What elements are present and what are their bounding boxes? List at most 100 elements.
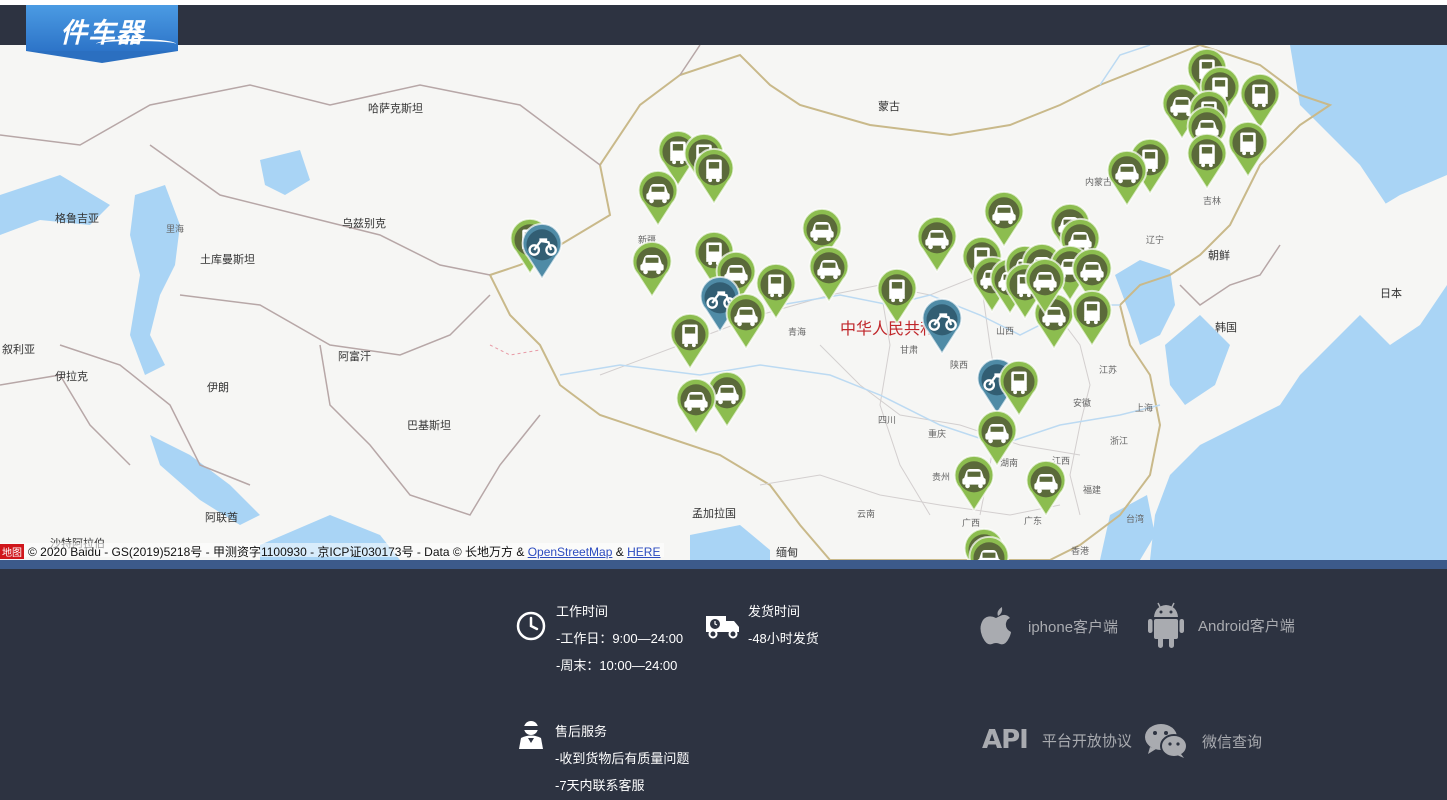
caspian-sea <box>130 185 180 375</box>
work-hours-weekend: -周末：10:00—24:00 <box>556 658 678 673</box>
site-logo[interactable]: 件车器 <box>26 5 178 63</box>
map-label-yunnan: 云南 <box>857 509 876 519</box>
logo-badge-tip <box>26 51 178 63</box>
map-marker-truck[interactable] <box>875 265 919 325</box>
border-korea <box>1179 244 1281 306</box>
map-marker-car[interactable] <box>1023 255 1067 315</box>
copyright-amp: & <box>615 545 624 559</box>
support-icon-wrap <box>518 719 544 754</box>
amur-river <box>1099 45 1151 86</box>
bay-of-bengal <box>690 525 770 560</box>
disputed-border <box>489 344 541 356</box>
footer: 工作时间 -工作日：9:00—24:00 -周末：10:00—24:00 发货时… <box>0 569 1447 800</box>
map-label-turkmenistan: 土库曼斯坦 <box>200 254 255 266</box>
copyright-text: © 2020 Baidu - GS(2019)5218号 - 甲测资字11009… <box>28 545 525 559</box>
map-label-fujian: 福建 <box>1083 485 1102 495</box>
openstreetmap-link[interactable]: OpenStreetMap <box>528 545 613 559</box>
map-label-myanmar: 缅甸 <box>776 547 798 559</box>
wechat-query-label: 微信查询 <box>1202 733 1263 751</box>
map-marker-car[interactable] <box>630 238 674 298</box>
work-hours-title: 工作时间 <box>556 604 609 619</box>
map-label-kazakhstan: 哈萨克斯坦 <box>368 103 423 115</box>
android-client-link[interactable]: Android客户端 <box>1146 601 1295 649</box>
map-marker-truck[interactable] <box>1226 118 1270 178</box>
work-hours-block: 工作时间 -工作日：9:00—24:00 -周末：10:00—24:00 <box>556 601 683 674</box>
map-marker-truck[interactable] <box>668 310 712 370</box>
map-label-pakistan: 巴基斯坦 <box>407 420 451 432</box>
map-marker-car[interactable] <box>724 290 768 350</box>
map-label-afghanistan: 阿富汗 <box>338 351 371 363</box>
map-marker-motorcycle[interactable] <box>920 295 964 355</box>
map-marker-car[interactable] <box>1105 147 1149 207</box>
map-label-hongkong: 香港 <box>1071 546 1090 556</box>
map-label-caspian: 里海 <box>166 224 185 234</box>
black-sea <box>0 175 110 235</box>
map-label-bangladesh: 孟加拉国 <box>692 508 736 520</box>
map-bottom-bar <box>0 560 1447 569</box>
map-label-anhui: 安徽 <box>1073 398 1092 408</box>
map-label-taiwan: 台湾 <box>1126 514 1145 524</box>
api-protocol-link[interactable]: API 平台开放协议 <box>982 725 1132 755</box>
apple-icon <box>980 607 1011 645</box>
map-label-chongqing: 重庆 <box>928 429 947 439</box>
map-label-syria: 叙利亚 <box>2 344 35 356</box>
after-sales-line1: -收到货物后有质量问题 <box>555 751 690 766</box>
border-mongolia-west <box>679 45 701 76</box>
baidu-map-logo: 地图 <box>0 544 24 559</box>
map-label-sichuan: 四川 <box>878 415 897 425</box>
wechat-query-link[interactable]: 微信查询 <box>1144 723 1262 759</box>
map-label-north-korea: 朝鲜 <box>1208 250 1230 262</box>
after-sales-block: 售后服务 -收到货物后有质量问题 -7天内联系客服 <box>555 721 689 794</box>
map-label-jilin: 吉林 <box>1203 196 1222 206</box>
map-marker-car[interactable] <box>952 452 996 512</box>
map-label-guizhou: 贵州 <box>932 472 951 482</box>
map-marker-car[interactable] <box>967 533 1011 560</box>
here-link[interactable]: HERE <box>627 545 660 559</box>
android-icon <box>1148 602 1184 648</box>
yangtze-river <box>559 364 1161 446</box>
support-agent-icon <box>519 721 543 749</box>
map-label-shaanxi: 陕西 <box>950 360 969 370</box>
api-icon: API <box>982 725 1029 755</box>
map-marker-truck[interactable] <box>692 145 736 205</box>
map-marker-motorcycle[interactable] <box>520 220 564 280</box>
shipping-icon-wrap <box>705 611 741 646</box>
wechat-icon <box>1145 724 1188 758</box>
map-marker-car[interactable] <box>1024 457 1068 517</box>
map-label-qinghai: 青海 <box>788 327 807 337</box>
map-copyright: 地图 © 2020 Baidu - GS(2019)5218号 - 甲测资字110… <box>0 543 665 559</box>
map-label-uzbekistan: 乌兹别克 <box>342 218 386 230</box>
map-marker-car[interactable] <box>915 213 959 273</box>
map-label-south-korea: 韩国 <box>1215 322 1237 334</box>
clock-icon <box>516 611 546 641</box>
map-label-mongolia: 蒙古 <box>878 101 900 113</box>
map-marker-truck[interactable] <box>1185 130 1229 190</box>
aral-sea <box>260 150 310 195</box>
map-label-japan: 日本 <box>1380 288 1402 300</box>
shipping-line: -48小时发货 <box>748 631 819 646</box>
map-marker-car[interactable] <box>674 375 718 435</box>
shipping-title: 发货时间 <box>748 604 801 619</box>
map-label-georgia: 格鲁吉亚 <box>55 213 99 225</box>
map-marker-car[interactable] <box>807 243 851 303</box>
map-label-shanxi: 山西 <box>996 326 1015 336</box>
header-bar <box>0 5 1447 45</box>
iphone-client-label: iphone客户端 <box>1028 618 1119 636</box>
map-view[interactable]: 哈萨克斯坦 蒙古 格鲁吉亚 里海 乌兹别克 土库曼斯坦 叙利亚 伊拉克 伊朗 阿富汗 巴基斯坦 阿联酋… <box>0 45 1447 560</box>
map-label-zhejiang: 浙江 <box>1110 436 1129 446</box>
map-label-iraq: 伊拉克 <box>55 371 88 383</box>
after-sales-line2: -7天内联系客服 <box>555 778 645 793</box>
map-label-liaoning: 辽宁 <box>1146 235 1165 245</box>
bohai-sea <box>1115 260 1175 345</box>
map-marker-car[interactable] <box>636 167 680 227</box>
border-iraq <box>0 374 131 466</box>
iphone-client-link[interactable]: iphone客户端 <box>978 605 1118 647</box>
map-label-jiangsu: 江苏 <box>1099 365 1118 375</box>
logo-swoosh <box>96 39 176 49</box>
map-label-shanghai: 上海 <box>1135 403 1154 413</box>
after-sales-title: 售后服务 <box>555 724 608 739</box>
map-marker-truck[interactable] <box>1070 287 1114 347</box>
border-afghan <box>179 294 491 356</box>
map-label-iran: 伊朗 <box>207 382 229 394</box>
shipping-block: 发货时间 -48小时发货 <box>748 601 819 647</box>
